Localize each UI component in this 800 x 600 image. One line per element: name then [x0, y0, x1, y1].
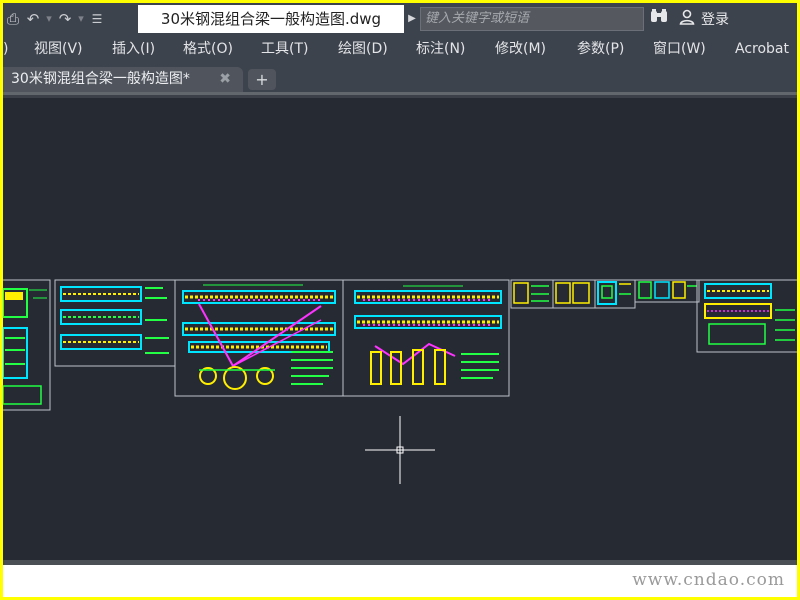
bottom-area: www.cndao.com — [3, 565, 797, 597]
drawing-sheet-9 — [696, 279, 797, 353]
menu-bar: ) 视图(V) 插入(I) 格式(O) 工具(T) 绘图(D) 标注(N) 修改… — [3, 35, 797, 63]
drawing-canvas[interactable] — [3, 98, 797, 560]
menu-format[interactable]: 格式(O) — [183, 35, 233, 63]
drawing-sheet-5 — [510, 279, 554, 309]
search-expand-icon[interactable]: ▶ — [404, 7, 420, 31]
document-title: 30米钢混组合梁一般构造图.dwg — [138, 5, 404, 33]
redo-dropdown-icon[interactable]: ▾ — [75, 3, 87, 35]
drawing-sheet-8 — [634, 279, 700, 303]
menu-dimension[interactable]: 标注(N) — [416, 35, 465, 63]
menu-parametric[interactable]: 参数(P) — [577, 35, 624, 63]
drawing-sheet-6 — [552, 279, 596, 309]
search-input[interactable]: 键入关键字或短语 — [420, 7, 644, 31]
binoculars-icon[interactable] — [647, 7, 671, 31]
new-tab-button[interactable]: + — [248, 69, 276, 90]
tab-document[interactable]: 30米钢混组合梁一般构造图* ✖ — [3, 67, 243, 92]
close-icon[interactable]: ✖ — [219, 67, 231, 92]
crosshair-cursor — [365, 416, 435, 484]
file-tab-bar: 30米钢混组合梁一般构造图* ✖ + — [3, 63, 797, 95]
menu-insert[interactable]: 插入(I) — [112, 35, 155, 63]
tab-document-label: 30米钢混组合梁一般构造图* — [11, 71, 190, 87]
drawing-viewport — [3, 279, 797, 484]
menu-acrobat[interactable]: Acrobat — [735, 35, 789, 63]
menu-tools[interactable]: 工具(T) — [261, 35, 308, 63]
menu-partial[interactable]: ) — [3, 35, 8, 63]
user-icon — [679, 9, 695, 29]
login-button[interactable]: 登录 — [679, 3, 729, 35]
customize-icon[interactable]: ☰ — [87, 3, 107, 35]
redo-icon[interactable]: ↷ — [55, 3, 75, 35]
drawing-sheet-1 — [3, 279, 51, 411]
drawing-sheet-4 — [342, 279, 510, 397]
title-bar: ⎙ ↶ ▾ ↷ ▾ ☰ 30米钢混组合梁一般构造图.dwg ▶ 键入关键字或短语 — [3, 3, 797, 35]
login-label: 登录 — [701, 12, 729, 28]
undo-dropdown-icon[interactable]: ▾ — [43, 3, 55, 35]
watermark-text: www.cndao.com — [632, 570, 785, 590]
menu-modify[interactable]: 修改(M) — [495, 35, 546, 63]
undo-icon[interactable]: ↶ — [23, 3, 43, 35]
autocad-window: ⎙ ↶ ▾ ↷ ▾ ☰ 30米钢混组合梁一般构造图.dwg ▶ 键入关键字或短语 — [3, 3, 797, 597]
quick-access-toolbar: ⎙ ↶ ▾ ↷ ▾ ☰ — [3, 3, 107, 35]
print-icon[interactable]: ⎙ — [3, 3, 23, 35]
drawing-sheet-3 — [174, 279, 344, 397]
menu-draw[interactable]: 绘图(D) — [338, 35, 388, 63]
drawing-sheet-7 — [594, 279, 636, 309]
menu-window[interactable]: 窗口(W) — [653, 35, 706, 63]
menu-view[interactable]: 视图(V) — [34, 35, 83, 63]
drawing-sheet-2 — [54, 279, 176, 367]
